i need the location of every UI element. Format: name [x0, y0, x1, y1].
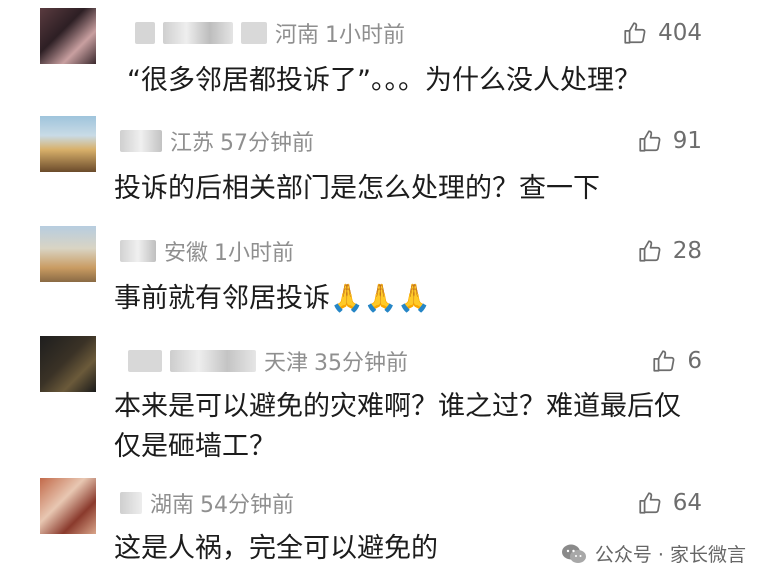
avatar[interactable]	[40, 226, 96, 282]
like-button[interactable]: 404	[622, 18, 702, 48]
like-button[interactable]: 64	[637, 488, 702, 518]
like-count: 404	[658, 20, 702, 46]
username-redacted	[128, 350, 162, 372]
username-redacted	[120, 130, 162, 152]
comment-location: 天津	[264, 351, 309, 376]
username-redacted	[163, 22, 233, 44]
thumbs-up-icon	[624, 22, 646, 44]
avatar[interactable]	[40, 336, 96, 392]
comment-time: 57分钟前	[220, 131, 315, 156]
comment-item: 江苏 57分钟前 91 投诉的后相关部门是怎么处理的？查一下	[0, 116, 768, 226]
comment-item: 河南 1小时前 404 “很多邻居都投诉了”。。。为什么没人处理？	[0, 8, 768, 118]
comment-item: 安徽 1小时前 28 事前就有邻居投诉🙏🙏🙏	[0, 226, 768, 336]
thumbs-up-icon	[639, 492, 661, 514]
like-button[interactable]: 91	[637, 126, 702, 156]
comment-meta: 安徽 1小时前	[120, 236, 294, 266]
username-redacted	[241, 22, 267, 44]
comment-text: 这是人祸，完全可以避免的	[114, 533, 438, 564]
thumbs-up-icon	[639, 240, 661, 262]
thumbs-up-icon	[653, 350, 675, 372]
username-redacted	[135, 22, 155, 44]
comment-text-line: 仅是砸墙工？	[114, 431, 276, 462]
thumbs-up-icon	[639, 130, 661, 152]
comment-time: 35分钟前	[314, 351, 409, 376]
like-count: 91	[672, 128, 702, 154]
comment-location: 湖南	[150, 493, 195, 518]
comment-meta: 河南 1小时前	[135, 18, 405, 48]
like-count: 28	[672, 238, 702, 264]
like-button[interactable]: 6	[651, 346, 702, 376]
comment-meta: 湖南 54分钟前	[120, 488, 294, 518]
wechat-icon	[561, 544, 586, 563]
comment-location: 江苏	[170, 131, 215, 156]
username-redacted	[170, 350, 256, 372]
comment-text: 投诉的后相关部门是怎么处理的？查一下	[114, 173, 600, 204]
comment-text-line: 本来是可以避免的灾难啊？谁之过？难道最后仅	[114, 391, 681, 422]
comment-meta: 天津 35分钟前	[128, 346, 408, 376]
username-redacted	[120, 492, 142, 514]
avatar[interactable]	[40, 8, 96, 64]
comment-location: 安徽	[164, 241, 209, 266]
username-redacted	[120, 240, 156, 262]
comment-time: 1小时前	[325, 23, 406, 48]
comment-time: 1小时前	[214, 241, 295, 266]
like-button[interactable]: 28	[637, 236, 702, 266]
comment-location: 河南	[275, 23, 320, 48]
like-count: 64	[672, 490, 702, 516]
comment-text: “很多邻居都投诉了”。。。为什么没人处理？	[127, 65, 641, 96]
avatar[interactable]	[40, 116, 96, 172]
avatar[interactable]	[40, 478, 96, 534]
comment-time: 54分钟前	[200, 493, 295, 518]
comment-text: 事前就有邻居投诉🙏🙏🙏	[114, 283, 431, 314]
watermark-label: 公众号 · 家长微言	[594, 544, 746, 566]
comment-meta: 江苏 57分钟前	[120, 126, 314, 156]
like-count: 6	[687, 348, 702, 374]
watermark: 公众号 · 家长微言	[561, 540, 746, 567]
comment-item: 天津 35分钟前 6 本来是可以避免的灾难啊？谁之过？难道最后仅 仅是砸墙工？	[0, 336, 768, 468]
